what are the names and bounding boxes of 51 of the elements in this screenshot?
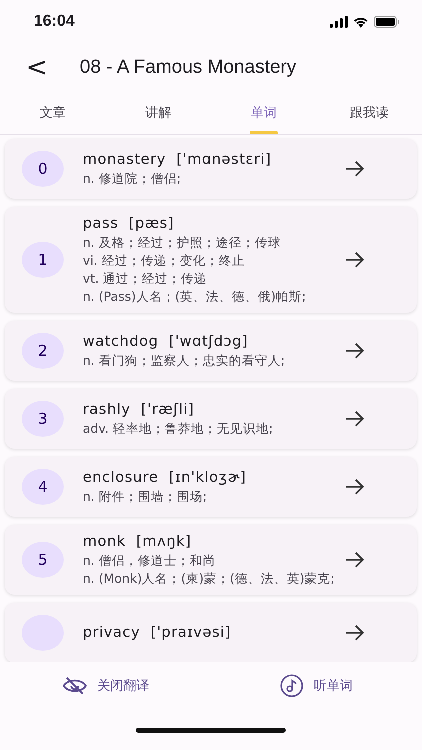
definition-text: n. 修道院；僧侣;: [83, 170, 182, 188]
wifi-icon: [353, 16, 369, 28]
word-card[interactable]: 2 watchdog ['wɑtʃdɔg] n. 看门狗；监察人；忠实的看守人;: [5, 321, 417, 381]
index-badge: 5: [22, 542, 64, 578]
arrow-icon[interactable]: [345, 479, 365, 495]
tab[interactable]: 讲解: [106, 92, 211, 134]
index-badge: 1: [22, 242, 64, 278]
definition-text: n. 看门狗；监察人；忠实的看守人;: [83, 352, 286, 370]
word-card[interactable]: 5 monk [mʌŋk] n. 僧侣，修道士；和尚 n. (Monk)人名；(柬)蒙；(德、法、英)蒙克;: [5, 525, 417, 595]
arrow-icon[interactable]: [345, 552, 365, 568]
word-text: rashly ['ræʃli]: [83, 401, 196, 420]
arrow-icon[interactable]: [345, 411, 365, 427]
index-badge: 4: [22, 469, 64, 505]
status-time: 16:04: [34, 13, 75, 31]
word-card[interactable]: privacy ['praɪvəsi]: [5, 603, 417, 662]
word-card[interactable]: 0 monastery ['mɑnəstɛri] n. 修道院；僧侣;: [5, 139, 417, 199]
toolbar-button[interactable]: 关闭翻译: [0, 662, 211, 710]
index-badge: 2: [22, 333, 64, 369]
definition-text: n. (Monk)人名；(柬)蒙；(德、法、英)蒙克;: [83, 570, 335, 588]
word-card[interactable]: 1 pass [pæs] n. 及格；经过；护照；途径；传球 vi. 经过；传递；变化；终止 vt. 通过；经过；传递 n. (Pass)人名；(英、法、德、俄)帕斯;: [5, 207, 417, 313]
tab[interactable]: 跟我读: [316, 92, 422, 134]
word-text: monk [mʌŋk]: [83, 533, 193, 552]
signal-icon: [330, 16, 348, 28]
word-card[interactable]: 4 enclosure [ɪn'kloʒɚ] n. 附件；围墙；围场;: [5, 457, 417, 517]
battery-icon: [374, 16, 400, 28]
definition-text: n. (Pass)人名；(英、法、德、俄)帕斯;: [83, 288, 308, 306]
arrow-icon[interactable]: [345, 625, 365, 641]
eye-off-icon: [62, 676, 88, 696]
toolbar-button[interactable]: 听单词: [211, 662, 422, 710]
definition-text: n. 僧侣，修道士；和尚: [83, 552, 217, 570]
index-badge: 3: [22, 401, 64, 437]
word-text: enclosure [ɪn'kloʒɚ]: [83, 469, 248, 488]
back-button[interactable]: <: [20, 55, 54, 81]
word-card[interactable]: 3 rashly ['ræʃli] adv. 轻率地；鲁莽地；无见识地;: [5, 389, 417, 449]
word-text: pass [pæs]: [83, 215, 176, 234]
arrow-icon[interactable]: [345, 161, 365, 177]
tab[interactable]: 文章: [0, 92, 106, 134]
tab[interactable]: 单词: [211, 92, 316, 134]
word-text: watchdog ['wɑtʃdɔg]: [83, 333, 250, 352]
page-title: 08 - A Famous Monastery: [80, 57, 296, 79]
word-text: monastery ['mɑnəstɛri]: [83, 151, 273, 170]
definition-text: n. 及格；经过；护照；途径；传球: [83, 234, 282, 252]
word-text: privacy ['praɪvəsi]: [83, 624, 232, 643]
definition-text: adv. 轻率地；鲁莽地；无见识地;: [83, 420, 274, 438]
arrow-icon[interactable]: [345, 252, 365, 268]
music-note-icon: [280, 674, 304, 698]
index-badge: 0: [22, 151, 64, 187]
arrow-icon[interactable]: [345, 343, 365, 359]
definition-text: vi. 经过；传递；变化；终止: [83, 252, 246, 270]
definition-text: n. 附件；围墙；围场;: [83, 488, 208, 506]
definition-text: vt. 通过；经过；传递: [83, 270, 208, 288]
